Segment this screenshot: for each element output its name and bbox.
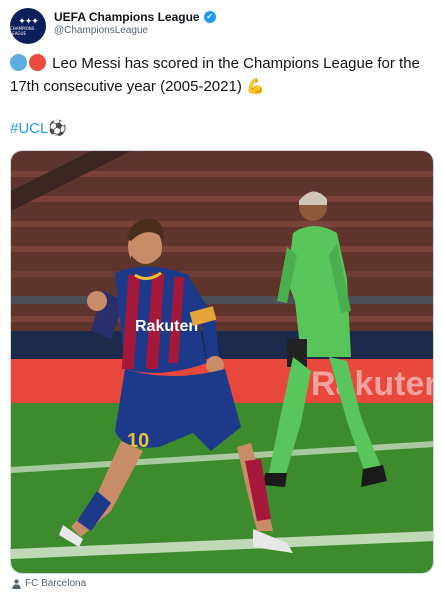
verified-badge-icon: ✓ xyxy=(203,11,216,23)
avatar-text: CHAMPIONS LEAGUE xyxy=(10,25,35,36)
stadium-wall xyxy=(11,331,433,359)
person-icon xyxy=(12,578,21,589)
avatar[interactable]: ✦✦✦ CHAMPIONS LEAGUE xyxy=(10,8,46,44)
hashtag-link[interactable]: #UCL⚽ xyxy=(10,119,67,137)
flexed-biceps-icon: 💪 xyxy=(245,78,265,95)
blue-circle-icon xyxy=(10,54,27,71)
display-name-text: UEFA Champions League xyxy=(54,10,200,24)
starball-logo-icon: ✦✦✦ xyxy=(18,15,39,26)
hashtag-text: #UCL xyxy=(10,120,49,137)
handle[interactable]: @ChampionsLeague xyxy=(54,25,216,36)
photo-credit[interactable]: FC Barcelona xyxy=(12,578,86,589)
jersey-sponsor: Rakuten xyxy=(135,318,198,335)
photo-credit-text: FC Barcelona xyxy=(25,578,87,589)
red-circle-icon xyxy=(29,54,46,71)
ad-board-text: Rakuten.co xyxy=(311,365,434,403)
display-name[interactable]: UEFA Champions League ✓ xyxy=(54,10,216,24)
tweet-body: Leo Messi has scored in the Champions Le… xyxy=(10,55,420,95)
tweet-header: ✦✦✦ CHAMPIONS LEAGUE UEFA Champions Leag… xyxy=(10,8,216,44)
soccer-ball-icon: ⚽ xyxy=(48,120,68,137)
tweet-text: Leo Messi has scored in the Champions Le… xyxy=(10,52,430,98)
tweet-photo[interactable]: Rakuten.co xyxy=(10,150,434,574)
